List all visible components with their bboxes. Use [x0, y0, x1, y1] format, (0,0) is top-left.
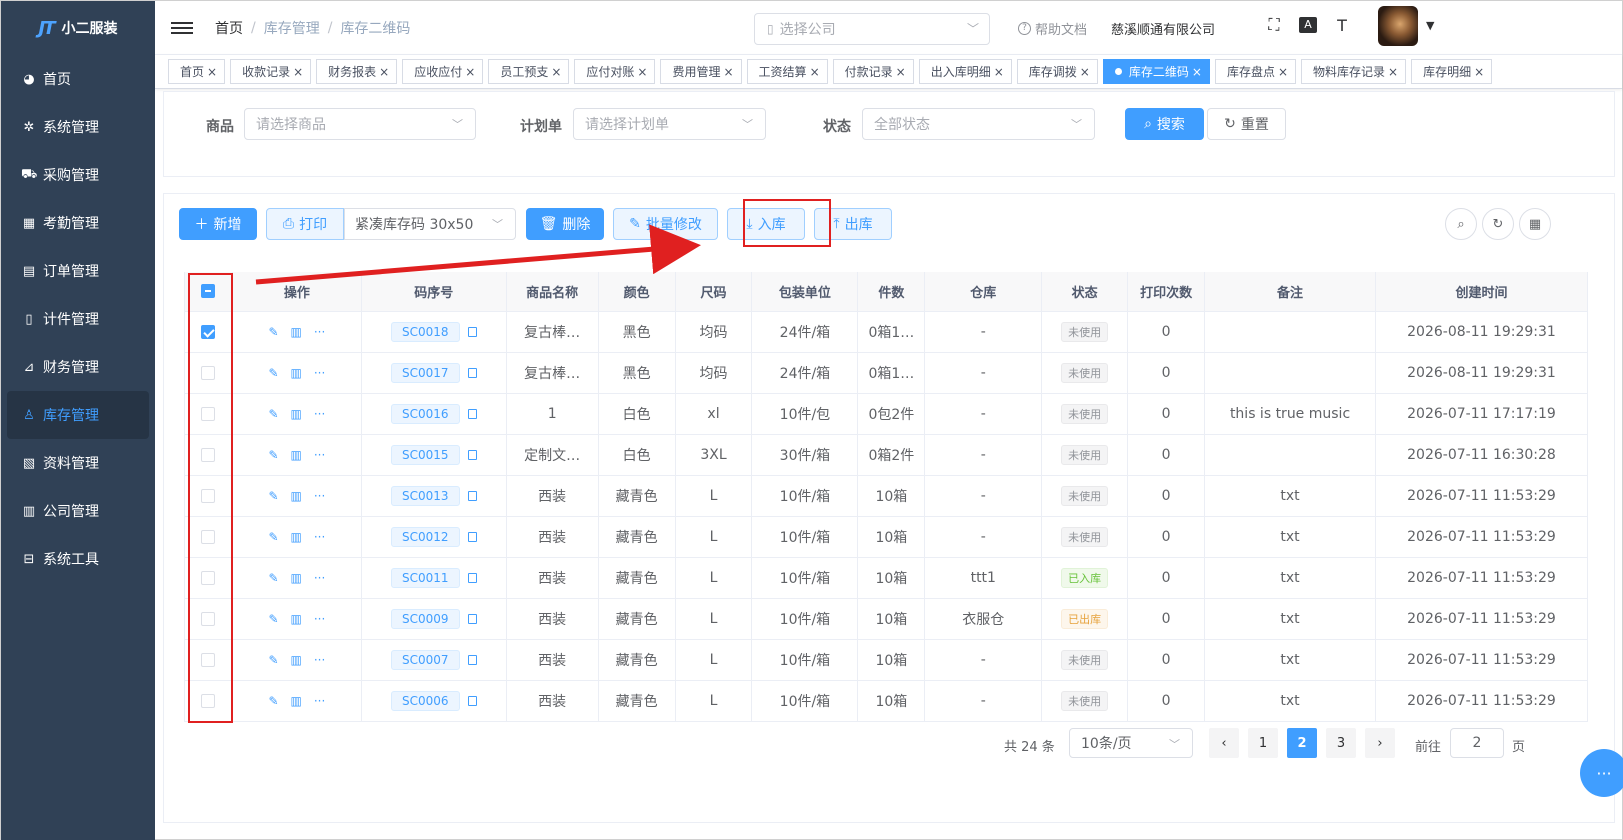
app-window: JT 小二服装 ◕ 首页 ✲ 系统管理 ⛟ 采购管理 ▦ 考勤管理 ▤ 订单管理 ▯ 计件管…	[0, 0, 1623, 840]
annotation-arrow	[255, 224, 701, 285]
chat-support-icon[interactable]: ···	[1580, 749, 1623, 797]
